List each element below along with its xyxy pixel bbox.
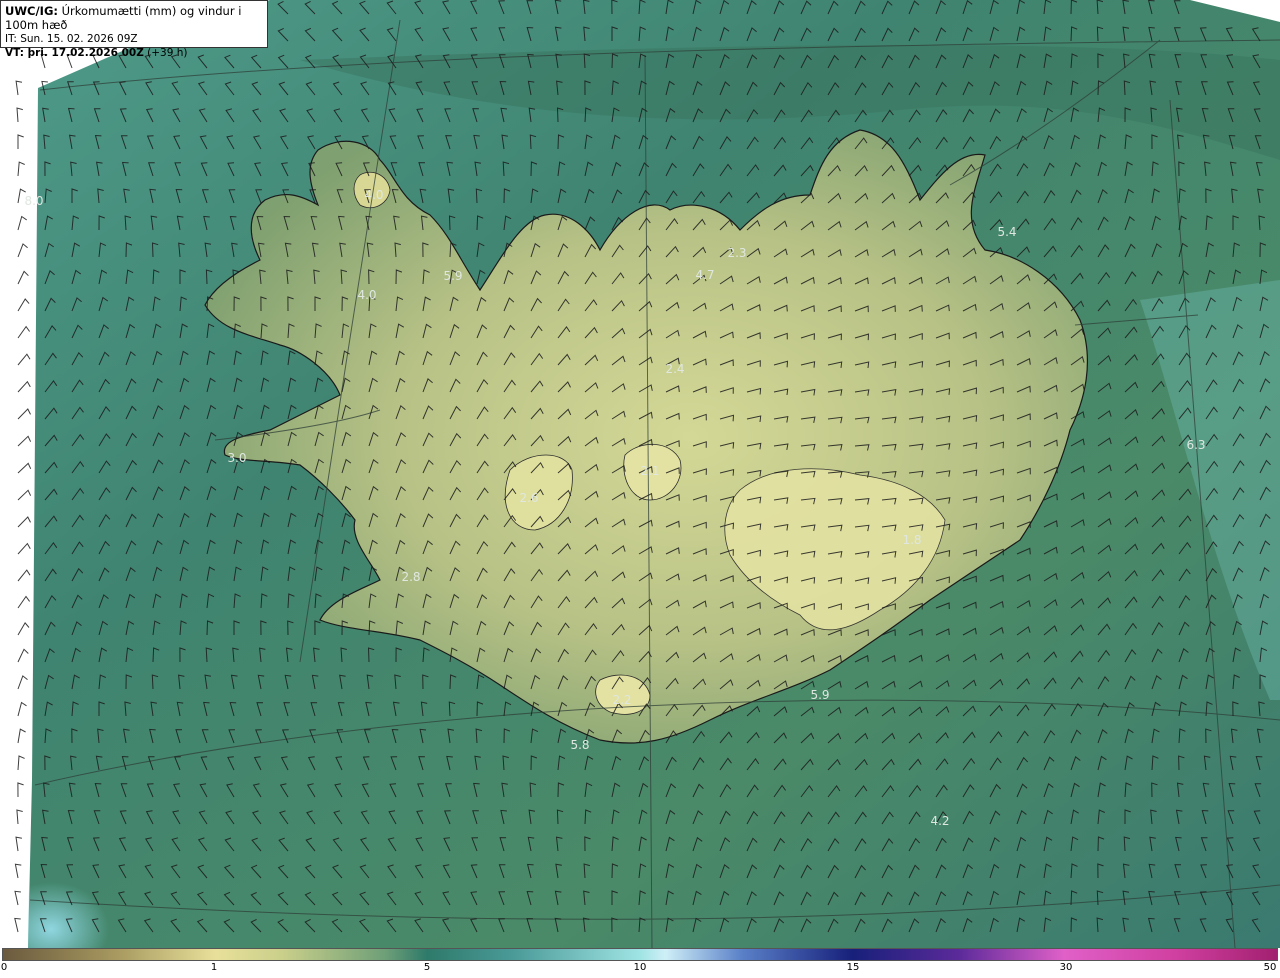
wind-barb: [17, 489, 32, 501]
wind-barb: [17, 325, 31, 339]
value-label: 4.7: [695, 268, 715, 282]
colorbar-strip: [2, 948, 1278, 961]
colorbar: 0 1 5 10 15 30 50: [0, 948, 1280, 978]
value-label: 3.0: [227, 451, 247, 465]
header-vt-line: VT: þri. 17.02.2026 00Z (+39 h): [5, 46, 263, 60]
wind-barb: [17, 270, 29, 285]
colorbar-tick: 15: [846, 962, 860, 973]
value-label: 5.8: [570, 738, 590, 752]
wind-barb: [17, 380, 31, 393]
header-title-line: UWC/IG: Úrkomumætti (mm) og vindur i 100…: [5, 4, 263, 32]
value-label: 5.4: [997, 225, 1017, 239]
wind-barb: [17, 622, 30, 636]
colorbar-tick: 1: [210, 962, 218, 973]
wind-barb: [16, 107, 23, 123]
value-label: 4.0: [357, 288, 377, 302]
wind-barb: [17, 298, 30, 312]
header-vt: VT: þri. 17.02.2026 00Z: [5, 47, 144, 59]
wind-barb: [16, 809, 23, 825]
value-label: 2.1: [640, 464, 660, 478]
header-it-line: IT: Sun. 15. 02. 2026 09Z: [5, 33, 138, 45]
wind-barb: [15, 836, 22, 852]
wind-barb: [17, 755, 25, 771]
wind-barb: [17, 408, 31, 420]
header-lead: (+39 h): [147, 47, 188, 59]
header-model: UWC/IG:: [5, 4, 58, 18]
value-label: 2.2: [612, 693, 632, 707]
wind-barb: [17, 161, 25, 177]
forecast-map[interactable]: UWC/IG: Úrkomumætti (mm) og vindur i 100…: [0, 0, 1280, 948]
wind-barb: [14, 917, 21, 933]
wind-barb: [17, 516, 31, 528]
value-label: 2.6: [519, 491, 539, 505]
wind-barb: [17, 215, 27, 231]
value-label: 2.8: [401, 570, 421, 584]
wind-barb: [14, 863, 22, 879]
wind-barb: [17, 782, 24, 798]
wind-barb: [17, 595, 31, 609]
wind-barb: [17, 435, 32, 447]
wind-barb: [17, 542, 31, 555]
wind-barb: [17, 701, 27, 717]
value-label: 4.2: [930, 814, 950, 828]
wind-barb: [17, 648, 29, 663]
wind-barb: [17, 728, 26, 744]
wind-barb: [17, 134, 24, 149]
wind-barb: [17, 353, 31, 366]
value-label: 2.4: [665, 362, 685, 376]
wind-barb: [15, 80, 23, 96]
value-label: 8.0: [24, 194, 44, 208]
wind-barb: [17, 675, 28, 690]
wind-barb: [14, 890, 21, 906]
colorbar-tick: 30: [1059, 962, 1073, 973]
wind-barb: [17, 243, 28, 258]
value-label: 4.0: [364, 188, 384, 202]
map-header: UWC/IG: Úrkomumætti (mm) og vindur i 100…: [0, 0, 268, 59]
value-label: 1.8: [902, 533, 922, 547]
value-label: 2.3: [727, 246, 747, 260]
colorbar-tick: 50: [1263, 962, 1277, 973]
wind-barb: [17, 569, 31, 582]
value-label: 5.9: [443, 269, 463, 283]
colorbar-tick: 5: [423, 962, 431, 973]
wind-barb: [17, 462, 32, 474]
value-label: 6.3: [1186, 438, 1206, 452]
colorbar-tick: 0: [0, 962, 8, 973]
value-label: 5.9: [810, 688, 830, 702]
colorbar-tick: 10: [633, 962, 647, 973]
